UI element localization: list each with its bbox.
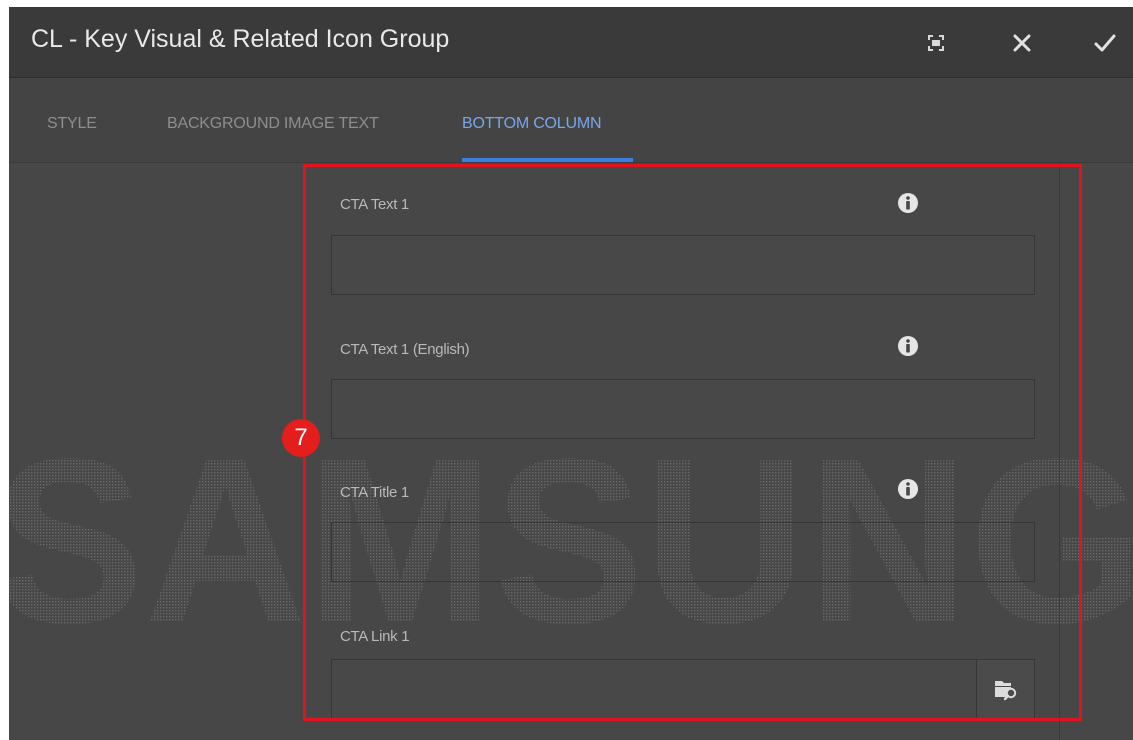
checkmark-icon [1094,34,1116,52]
tab-background-image-text[interactable]: BACKGROUND IMAGE TEXT [167,115,379,133]
cta-text-1-english-input[interactable] [331,379,1035,439]
info-icon[interactable] [897,478,919,500]
info-icon[interactable] [897,192,919,214]
path-browser-icon [994,681,1016,701]
dialog-title: CL - Key Visual & Related Icon Group [31,25,450,53]
cta-link-1-input[interactable] [331,659,977,719]
close-icon [1013,34,1031,52]
cta-title-1-input[interactable] [331,522,1035,582]
fullscreen-icon [928,35,944,51]
field-label-cta-link-1: CTA Link 1 [340,628,410,645]
tab-style[interactable]: STYLE [47,115,97,133]
info-icon[interactable] [897,335,919,357]
field-label-cta-text-1-english: CTA Text 1 (English) [340,341,470,358]
close-button[interactable] [1000,21,1044,65]
annotation-step-badge: 7 [282,419,320,457]
dialog-titlebar: CL - Key Visual & Related Icon Group [9,7,1133,78]
tab-bar: STYLE BACKGROUND IMAGE TEXT BOTTOM COLUM… [9,78,1133,163]
dialog: CL - Key Visual & Related Icon Group STY… [9,7,1133,740]
tab-bottom-column[interactable]: BOTTOM COLUMN [462,115,602,133]
cta-text-1-input[interactable] [331,235,1035,295]
confirm-button[interactable] [1083,21,1127,65]
active-tab-indicator [462,158,633,162]
field-label-cta-text-1: CTA Text 1 [340,196,409,213]
field-label-cta-title-1: CTA Title 1 [340,484,409,501]
path-browser-button[interactable] [976,659,1035,719]
fullscreen-button[interactable] [914,21,958,65]
